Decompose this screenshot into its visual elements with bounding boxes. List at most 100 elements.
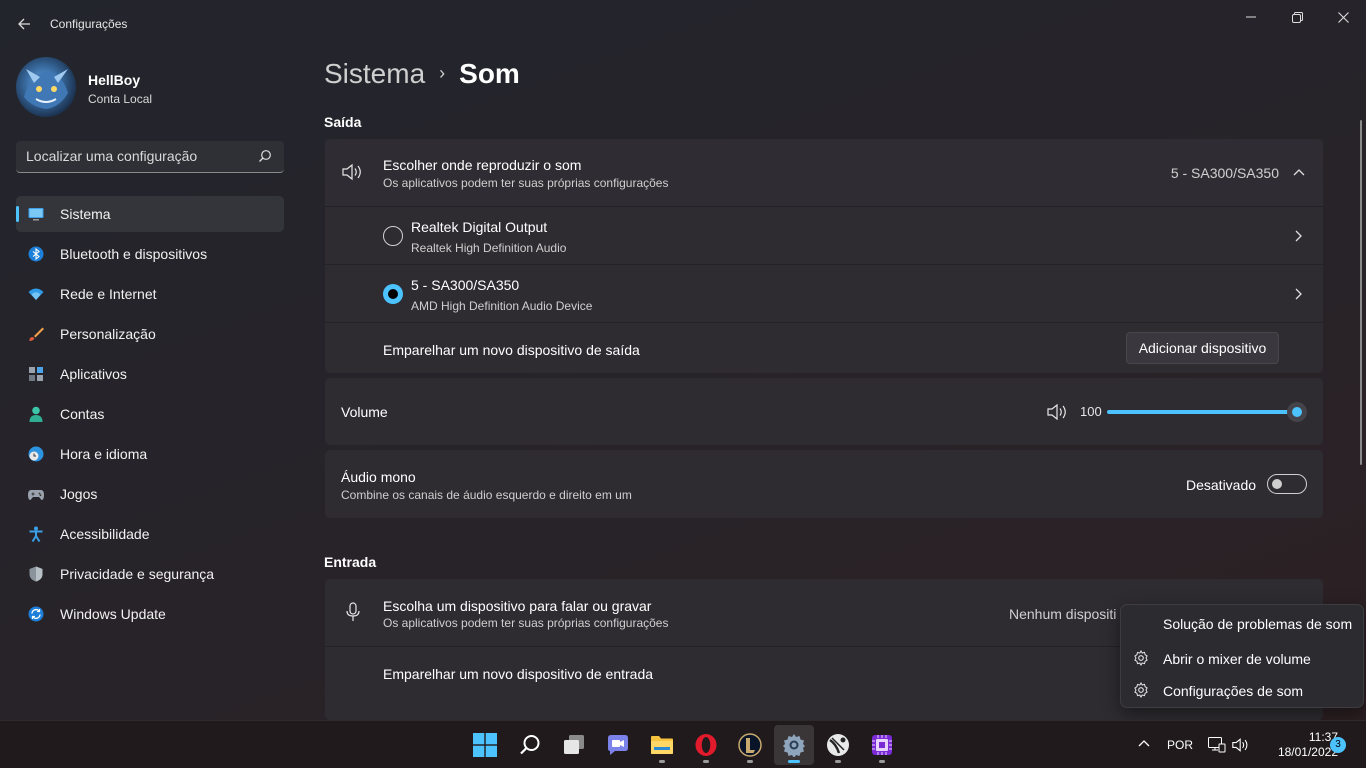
task-view-icon [564, 735, 584, 754]
mono-state-label: Desativado [1186, 477, 1257, 493]
league-client-button[interactable] [730, 725, 770, 765]
app-satellite-button[interactable] [818, 725, 858, 765]
scrollbar[interactable] [1360, 120, 1362, 465]
cpu-chip-icon [872, 735, 892, 755]
input-choose-subtitle: Os aplicativos podem ter suas próprias c… [383, 616, 669, 630]
windows-logo-icon [473, 733, 497, 757]
tray-volume-icon[interactable] [1232, 737, 1250, 753]
menu-item-label: Configurações de som [1163, 683, 1304, 699]
page-title: Som [459, 58, 520, 89]
sidebar-item-label: Windows Update [60, 606, 166, 622]
menu-item-troubleshoot[interactable]: Solução de problemas de som [1121, 608, 1365, 638]
cpu-app-button[interactable] [862, 725, 902, 765]
output-choose-title: Escolher onde reproduzir o som [383, 157, 582, 173]
chat-app-button[interactable] [598, 725, 638, 765]
menu-item-volume-mixer[interactable]: Abrir o mixer de volume [1121, 643, 1365, 673]
app-title: Configurações [50, 17, 128, 31]
search-box[interactable] [16, 141, 284, 173]
device-radio[interactable] [383, 226, 403, 246]
minimize-button[interactable] [1228, 6, 1274, 30]
sidebar-item-hora-idioma[interactable]: Hora e idioma [16, 436, 284, 472]
add-device-button[interactable]: Adicionar dispositivo [1126, 332, 1279, 364]
volume-value: 100 [1080, 404, 1102, 419]
opera-icon [695, 734, 717, 756]
device-radio[interactable] [383, 284, 403, 304]
mono-title: Áudio mono [341, 469, 416, 485]
sidebar-item-windows-update[interactable]: Windows Update [16, 596, 284, 632]
sidebar-item-contas[interactable]: Contas [16, 396, 284, 432]
close-button[interactable] [1320, 6, 1366, 30]
sidebar-item-label: Personalização [60, 326, 156, 342]
menu-item-label: Abrir o mixer de volume [1163, 651, 1311, 667]
chevron-up-icon [1293, 169, 1305, 176]
sidebar-item-acessibilidade[interactable]: Acessibilidade [16, 516, 284, 552]
output-selected-device: 5 - SA300/SA350 [1170, 165, 1279, 181]
back-button[interactable] [10, 12, 38, 36]
input-selected-device: Nenhum dispositi [1009, 606, 1117, 622]
minimize-icon [1246, 16, 1256, 18]
chat-icon [608, 735, 628, 755]
output-section-title: Saída [324, 114, 362, 130]
accessibility-icon [29, 526, 43, 542]
microphone-icon [346, 602, 360, 621]
gamepad-icon [28, 490, 44, 500]
mono-toggle[interactable] [1267, 474, 1307, 494]
network-icon[interactable] [1208, 737, 1226, 753]
volume-card: Volume 100 [325, 378, 1323, 445]
person-icon [29, 406, 43, 422]
maximize-button[interactable] [1274, 6, 1320, 30]
volume-slider-track[interactable] [1107, 410, 1297, 414]
league-icon [738, 733, 762, 757]
menu-item-sound-settings[interactable]: Configurações de som [1121, 675, 1365, 705]
sidebar-item-bluetooth[interactable]: Bluetooth e dispositivos [16, 236, 284, 272]
device-name: Realtek Digital Output [411, 219, 548, 235]
taskbar-search-button[interactable] [510, 725, 550, 765]
search-icon [520, 735, 540, 755]
tray-overflow-chevron-icon[interactable] [1138, 739, 1150, 747]
breadcrumb-parent[interactable]: Sistema [324, 58, 425, 89]
output-device-expander[interactable]: Escolher onde reproduzir o som Os aplica… [325, 139, 1323, 207]
language-indicator[interactable]: POR [1167, 738, 1193, 768]
settings-app-button[interactable] [774, 725, 814, 765]
sidebar-item-jogos[interactable]: Jogos [16, 476, 284, 512]
taskbar: POR 11:37 18/01/2022 3 [0, 720, 1366, 768]
sidebar-item-personalizacao[interactable]: Personalização [16, 316, 284, 352]
sidebar-item-label: Jogos [60, 486, 98, 502]
user-profile[interactable]: HellBoy Conta Local [16, 57, 286, 117]
sidebar-item-aplicativos[interactable]: Aplicativos [16, 356, 284, 392]
device-name: 5 - SA300/SA350 [411, 277, 520, 293]
notification-badge[interactable]: 3 [1330, 737, 1346, 753]
task-view-button[interactable] [554, 725, 594, 765]
apps-icon [29, 367, 43, 381]
running-indicator [659, 760, 665, 763]
close-icon [1337, 12, 1349, 23]
sidebar-item-sistema[interactable]: Sistema [16, 196, 284, 232]
active-indicator [788, 760, 800, 763]
clock-globe-icon [28, 446, 44, 462]
output-card: Escolher onde reproduzir o som Os aplica… [325, 139, 1323, 373]
running-indicator [747, 760, 753, 763]
sound-context-menu: Solução de problemas de som Abrir o mixe… [1120, 604, 1364, 708]
chevron-right-icon [1295, 230, 1302, 242]
settings-gear-icon [783, 734, 805, 757]
brush-icon [29, 327, 44, 341]
opera-browser-button[interactable] [686, 725, 726, 765]
satellite-icon [827, 734, 849, 756]
sidebar-item-label: Acessibilidade [60, 526, 150, 542]
output-device-option[interactable]: 5 - SA300/SA350 AMD High Definition Audi… [325, 265, 1323, 323]
bluetooth-icon [28, 246, 44, 262]
sidebar-item-privacidade[interactable]: Privacidade e segurança [16, 556, 284, 592]
breadcrumb-chevron-icon: › [439, 63, 446, 83]
volume-slider-thumb[interactable] [1287, 402, 1307, 422]
taskbar-clock[interactable]: 11:37 18/01/2022 [1258, 730, 1338, 760]
avatar [16, 57, 76, 117]
search-input[interactable] [26, 148, 251, 164]
title-bar: Configurações [0, 0, 1366, 48]
start-button[interactable] [465, 725, 505, 765]
sidebar-item-rede[interactable]: Rede e Internet [16, 276, 284, 312]
file-explorer-button[interactable] [642, 725, 682, 765]
running-indicator [703, 760, 709, 763]
mono-subtitle: Combine os canais de áudio esquerdo e di… [341, 488, 632, 502]
output-device-option[interactable]: Realtek Digital Output Realtek High Defi… [325, 207, 1323, 265]
volume-speaker-icon[interactable] [1047, 403, 1069, 421]
